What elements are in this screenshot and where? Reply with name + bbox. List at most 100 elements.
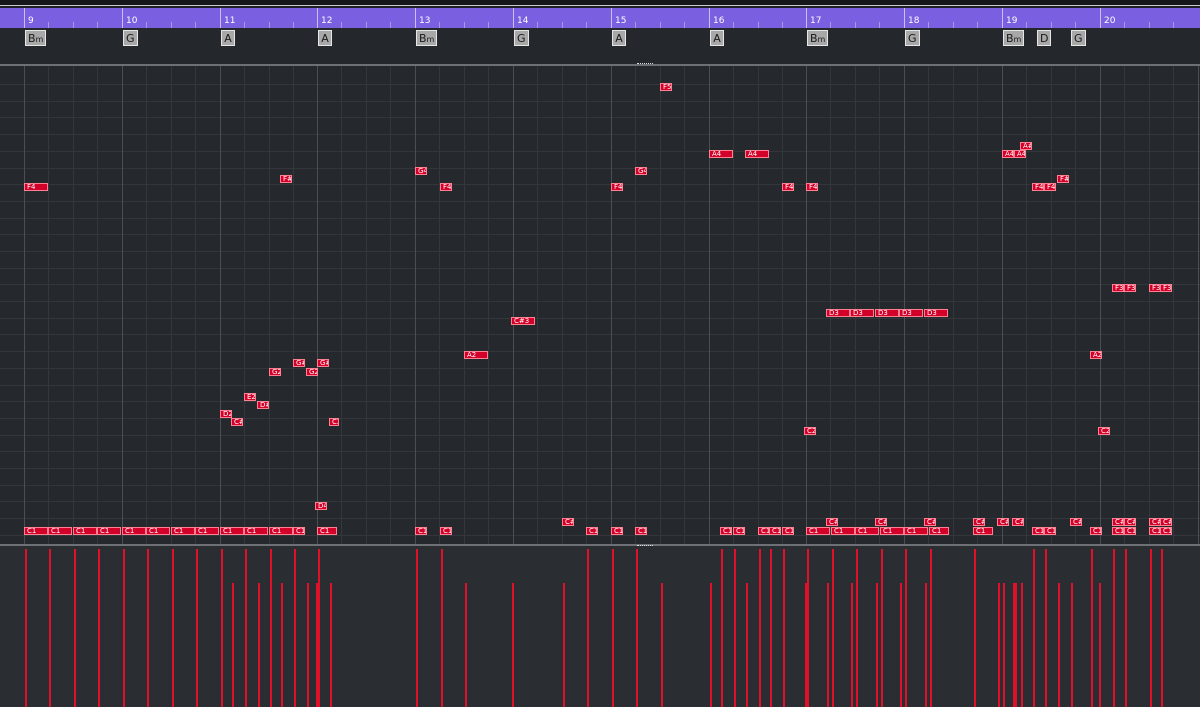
velocity-bar[interactable]: [1013, 583, 1015, 707]
velocity-bar[interactable]: [512, 583, 514, 707]
midi-note[interactable]: D3: [875, 309, 899, 317]
midi-note[interactable]: C1: [635, 527, 647, 535]
velocity-bar[interactable]: [1071, 583, 1073, 707]
velocity-bar[interactable]: [856, 549, 858, 707]
velocity-bar[interactable]: [710, 583, 712, 707]
velocity-bar[interactable]: [98, 549, 100, 707]
midi-note[interactable]: C1: [195, 527, 219, 535]
velocity-bar[interactable]: [851, 583, 853, 707]
velocity-bar[interactable]: [294, 549, 296, 707]
midi-note[interactable]: D3: [899, 309, 923, 317]
midi-note[interactable]: C1: [880, 527, 904, 535]
midi-note[interactable]: C#: [924, 518, 936, 526]
midi-note[interactable]: C1: [831, 527, 855, 535]
velocity-bar[interactable]: [147, 549, 149, 707]
velocity-bar[interactable]: [270, 549, 272, 707]
midi-note[interactable]: C1: [317, 527, 337, 535]
velocity-bar[interactable]: [587, 549, 589, 707]
midi-note[interactable]: F3: [1160, 284, 1172, 292]
midi-note[interactable]: C#: [1124, 518, 1136, 526]
midi-note[interactable]: C1: [611, 527, 623, 535]
midi-note[interactable]: D3: [826, 309, 850, 317]
velocity-bar[interactable]: [807, 549, 809, 707]
velocity-bar[interactable]: [318, 549, 320, 707]
midi-note[interactable]: F4: [611, 183, 623, 191]
velocity-bar[interactable]: [974, 549, 976, 707]
chord-event[interactable]: G: [514, 30, 529, 46]
chord-event[interactable]: G: [1071, 30, 1086, 46]
velocity-lane[interactable]: [0, 546, 1200, 707]
midi-note[interactable]: F4: [782, 183, 794, 191]
midi-note[interactable]: C#: [1070, 518, 1082, 526]
midi-note[interactable]: C1: [24, 527, 48, 535]
chord-event[interactable]: A: [318, 30, 332, 46]
midi-note[interactable]: F4: [1032, 183, 1044, 191]
midi-note[interactable]: C1: [1112, 527, 1124, 535]
midi-note[interactable]: C1: [973, 527, 993, 535]
bar-ruler[interactable]: 9 10 11 12 13 14 15 16 17 18 19 20: [0, 8, 1200, 28]
velocity-bar[interactable]: [1150, 549, 1152, 707]
chord-track[interactable]: Bm G A A Bm G A A Bm G Bm D G: [0, 28, 1200, 66]
chord-event[interactable]: Bm: [1003, 30, 1025, 46]
note-grid[interactable]: F5A4A4A4A4A#G4G4F4F4F4F4F4F4F4F#F3F3F3F3…: [0, 66, 1200, 544]
velocity-bar[interactable]: [416, 549, 418, 707]
chord-event[interactable]: D: [1037, 30, 1052, 46]
velocity-bar[interactable]: [307, 583, 309, 707]
chord-event[interactable]: A: [710, 30, 724, 46]
velocity-bar[interactable]: [281, 583, 283, 707]
midi-note[interactable]: C#: [1160, 518, 1172, 526]
velocity-bar[interactable]: [827, 583, 829, 707]
velocity-bar[interactable]: [172, 549, 174, 707]
midi-note[interactable]: C1: [1124, 527, 1136, 535]
velocity-bar[interactable]: [1113, 549, 1115, 707]
midi-note[interactable]: F4: [24, 183, 48, 191]
velocity-bar[interactable]: [563, 583, 565, 707]
midi-note[interactable]: C#: [562, 518, 574, 526]
velocity-bar[interactable]: [465, 583, 467, 707]
midi-note[interactable]: D4: [315, 502, 327, 510]
velocity-bar[interactable]: [661, 583, 663, 707]
velocity-bar[interactable]: [123, 549, 125, 707]
velocity-bar[interactable]: [1099, 583, 1101, 707]
midi-note[interactable]: F3: [1112, 284, 1124, 292]
velocity-bar[interactable]: [1125, 549, 1127, 707]
velocity-bar[interactable]: [441, 549, 443, 707]
midi-note[interactable]: C#: [826, 518, 838, 526]
midi-note[interactable]: C1: [733, 527, 745, 535]
velocity-bar[interactable]: [746, 583, 748, 707]
velocity-bar[interactable]: [783, 549, 785, 707]
chord-event[interactable]: A: [221, 30, 235, 46]
velocity-bar[interactable]: [900, 583, 902, 707]
midi-note[interactable]: F#: [280, 175, 292, 183]
resize-grip[interactable]: [637, 63, 653, 67]
midi-note[interactable]: C1: [269, 527, 293, 535]
midi-note[interactable]: C1: [97, 527, 121, 535]
velocity-bar[interactable]: [49, 549, 51, 707]
velocity-bar[interactable]: [905, 549, 907, 707]
velocity-bar[interactable]: [1021, 583, 1023, 707]
midi-note[interactable]: C1: [440, 527, 452, 535]
midi-note[interactable]: C1: [1160, 527, 1172, 535]
chord-event[interactable]: Bm: [807, 30, 829, 46]
chord-event[interactable]: G: [905, 30, 920, 46]
midi-note[interactable]: G2: [269, 368, 281, 376]
velocity-bar[interactable]: [759, 549, 761, 707]
velocity-bar[interactable]: [1045, 549, 1047, 707]
velocity-bar[interactable]: [1003, 583, 1005, 707]
midi-note[interactable]: C#: [1012, 518, 1024, 526]
velocity-bar[interactable]: [1015, 583, 1017, 707]
midi-note[interactable]: F3: [1124, 284, 1136, 292]
midi-note[interactable]: C1: [48, 527, 72, 535]
velocity-bar[interactable]: [832, 549, 834, 707]
midi-note[interactable]: G#: [317, 359, 329, 367]
velocity-bar[interactable]: [196, 549, 198, 707]
velocity-bar[interactable]: [612, 549, 614, 707]
midi-note[interactable]: C1: [720, 527, 732, 535]
velocity-bar[interactable]: [258, 583, 260, 707]
velocity-bar[interactable]: [74, 549, 76, 707]
midi-note[interactable]: C#: [875, 518, 887, 526]
midi-note[interactable]: G#: [293, 359, 305, 367]
midi-note[interactable]: C2: [329, 418, 339, 426]
velocity-bar[interactable]: [1058, 583, 1060, 707]
midi-note[interactable]: C#: [973, 518, 985, 526]
